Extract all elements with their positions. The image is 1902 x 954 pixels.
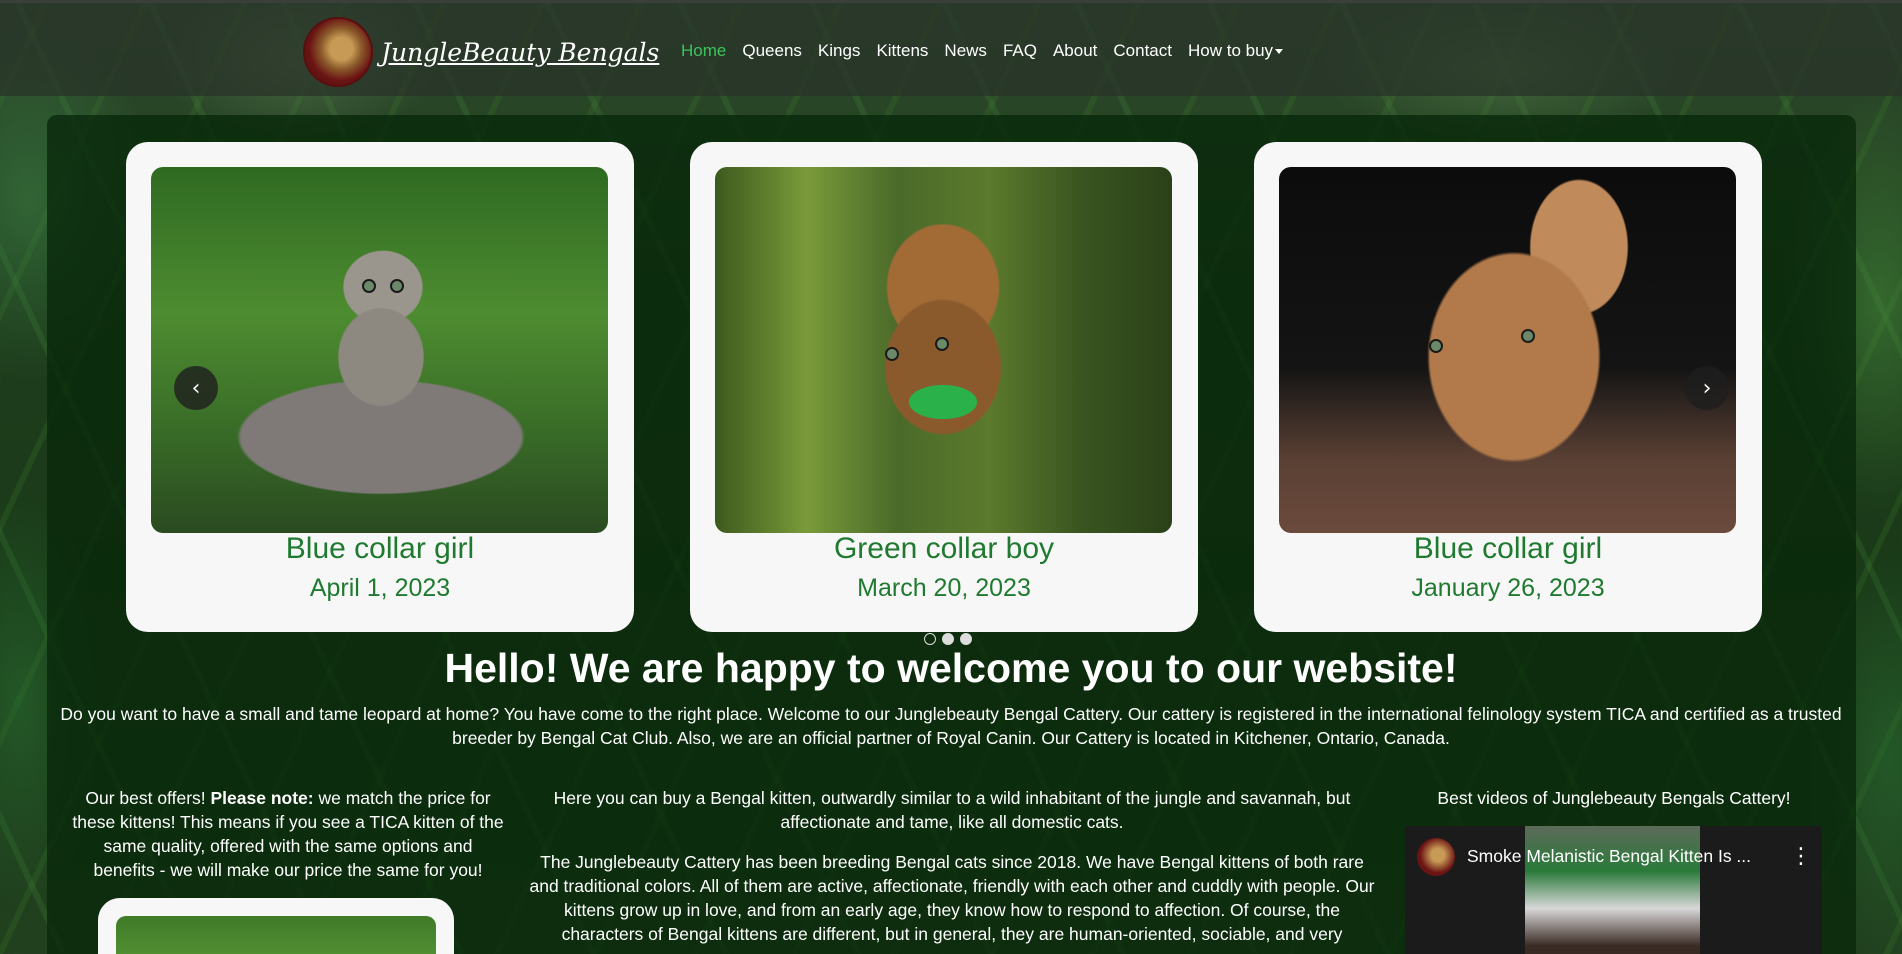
nav-about[interactable]: About bbox=[1053, 41, 1097, 61]
nav-news[interactable]: News bbox=[944, 41, 987, 61]
kitten-date: January 26, 2023 bbox=[1411, 574, 1605, 602]
brand-link[interactable]: JungleBeauty Bengals bbox=[303, 17, 659, 87]
main-nav: Home Queens Kings Kittens News FAQ About… bbox=[681, 41, 1299, 61]
kitten-photo bbox=[1279, 167, 1736, 533]
chevron-left-icon: ‹ bbox=[191, 375, 201, 401]
offers-lead: Our best offers! bbox=[85, 788, 211, 808]
kitten-title: Blue collar girl bbox=[285, 532, 475, 565]
videos-heading: Best videos of Junglebeauty Bengals Catt… bbox=[1437, 788, 1791, 808]
nav-kittens[interactable]: Kittens bbox=[876, 41, 928, 61]
kitten-eye bbox=[390, 279, 404, 293]
kitten-eye bbox=[1521, 329, 1535, 343]
nav-how-to-buy-dropdown[interactable]: How to buy bbox=[1187, 41, 1284, 61]
kitten-date: April 1, 2023 bbox=[309, 574, 451, 602]
welcome-intro: Do you want to have a small and tame leo… bbox=[60, 704, 1842, 748]
carousel-next-button[interactable]: › bbox=[1685, 366, 1729, 410]
youtube-video-embed[interactable]: Smoke Melanistic Bengal Kitten Is ... ⋮ bbox=[1405, 826, 1822, 954]
kitten-title: Green collar boy bbox=[833, 532, 1055, 565]
carousel-indicator[interactable] bbox=[942, 633, 954, 645]
kitten-photo bbox=[151, 167, 608, 533]
kitten-eye bbox=[935, 337, 949, 351]
kitten-title: Blue collar girl bbox=[1413, 532, 1603, 565]
offers-note-label: Please note: bbox=[210, 788, 314, 808]
offer-kitten-photo bbox=[116, 916, 436, 954]
nav-kings[interactable]: Kings bbox=[818, 41, 861, 61]
offer-card[interactable] bbox=[98, 898, 454, 954]
nav-faq[interactable]: FAQ bbox=[1003, 41, 1037, 61]
top-navbar: JungleBeauty Bengals Home Queens Kings K… bbox=[0, 0, 1902, 96]
welcome-headline: Hello! We are happy to welcome you to ou… bbox=[444, 645, 1458, 691]
kitten-eye bbox=[1429, 339, 1443, 353]
nav-how-to-buy-label: How to buy bbox=[1187, 41, 1274, 60]
kitten-card[interactable]: Green collar boy March 20, 2023 bbox=[690, 142, 1198, 632]
about-paragraph-1: Here you can buy a Bengal kitten, outwar… bbox=[553, 788, 1351, 832]
chevron-right-icon: › bbox=[1702, 375, 1712, 401]
video-title[interactable]: Smoke Melanistic Bengal Kitten Is ... bbox=[1467, 846, 1777, 867]
carousel-indicator[interactable] bbox=[960, 633, 972, 645]
nav-queens[interactable]: Queens bbox=[742, 41, 802, 61]
kitten-eye bbox=[362, 279, 376, 293]
nav-home[interactable]: Home bbox=[681, 41, 726, 61]
more-options-icon[interactable]: ⋮ bbox=[1790, 844, 1812, 869]
caret-down-icon bbox=[1275, 49, 1284, 55]
cattery-logo bbox=[303, 17, 373, 87]
carousel-indicators bbox=[924, 633, 972, 645]
channel-avatar[interactable] bbox=[1417, 838, 1455, 876]
carousel-prev-button[interactable]: ‹ bbox=[174, 366, 218, 410]
brand-name: JungleBeauty Bengals bbox=[381, 37, 660, 67]
about-paragraph-2: The Junglebeauty Cattery has been breedi… bbox=[529, 852, 1375, 944]
kitten-eye bbox=[885, 347, 899, 361]
offers-text: Our best offers! Please note: we match t… bbox=[72, 786, 504, 882]
nav-contact[interactable]: Contact bbox=[1113, 41, 1172, 61]
carousel-indicator[interactable] bbox=[924, 633, 936, 645]
kitten-date: March 20, 2023 bbox=[857, 574, 1031, 602]
kitten-photo bbox=[715, 167, 1172, 533]
